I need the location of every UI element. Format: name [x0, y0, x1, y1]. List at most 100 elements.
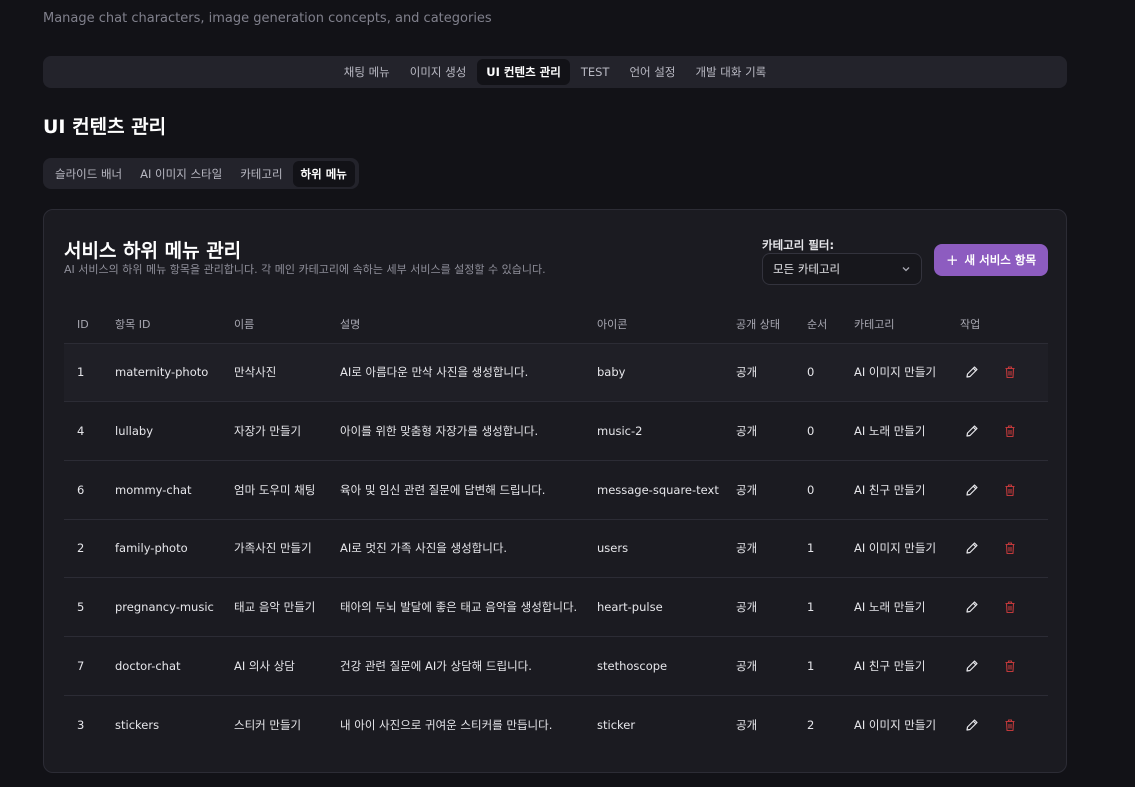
subnav-tab-1[interactable]: AI 이미지 스타일 [132, 161, 230, 187]
cell-category: AI 이미지 만들기 [854, 717, 937, 732]
cell-name: 가족사진 만들기 [221, 519, 327, 579]
pencil-icon [966, 366, 978, 378]
cell-visibility: 공개 [723, 343, 794, 403]
content-subnav: 슬라이드 배너 AI 이미지 스타일 카테고리 하위 메뉴 [43, 158, 359, 189]
top-nav-tab-4[interactable]: 언어 설정 [620, 59, 684, 85]
cell-id: 3 [77, 717, 85, 732]
row-actions [960, 657, 1048, 675]
page-subtitle: Manage chat characters, image generation… [43, 11, 492, 26]
cell-id: 2 [64, 519, 102, 579]
cell-category: AI 이미지 만들기 [841, 519, 947, 579]
cell-visibility: 공개 [723, 401, 794, 461]
column-header-order: 순서 [794, 306, 841, 344]
cell-order: 2 [807, 717, 815, 732]
cell-name: 만삭사진 [221, 343, 327, 403]
top-nav-tab-5[interactable]: 개발 대화 기록 [686, 59, 775, 85]
cell-icon-name: message-square-text [584, 460, 723, 520]
category-filter-select[interactable]: 모든 카테고리 [762, 253, 922, 285]
top-nav-tab-2[interactable]: UI 컨텐츠 관리 [477, 59, 570, 85]
table-row: 4 lullaby 자장가 만들기 아이를 위한 맞춤형 자장가를 생성합니다. mus… [64, 401, 1048, 461]
delete-button[interactable] [1001, 598, 1019, 616]
top-nav-tab-1[interactable]: 이미지 생성 [401, 59, 476, 85]
cell-category: AI 노래 만들기 [841, 401, 947, 461]
trash-icon [1005, 660, 1015, 672]
edit-button[interactable] [963, 716, 981, 734]
table-row: 5 pregnancy-music 태교 음악 만들기 태아의 두뇌 발달에 좋은 태… [64, 577, 1048, 637]
delete-button[interactable] [1001, 539, 1019, 557]
cell-icon-name: users [584, 519, 723, 579]
cell-name: 스티커 만들기 [234, 717, 302, 732]
edit-button[interactable] [963, 598, 981, 616]
column-header-name: 이름 [221, 306, 327, 344]
cell-visibility: 공개 [723, 519, 794, 579]
cell-description: 건강 관련 질문에 AI가 상담해 드립니다. [327, 636, 584, 696]
cell-category: AI 친구 만들기 [841, 636, 947, 696]
category-filter-label: 카테고리 필터: [762, 238, 835, 252]
cell-name: AI 의사 상담 [221, 636, 327, 696]
cell-order: 0 [794, 401, 841, 461]
cell-item-id: doctor-chat [102, 636, 221, 696]
cell-id: 6 [64, 460, 102, 520]
cell-category: AI 친구 만들기 [841, 460, 947, 520]
cell-order: 0 [794, 460, 841, 520]
cell-visibility: 공개 [723, 577, 794, 637]
cell-description: AI로 멋진 가족 사진을 생성합니다. [327, 519, 584, 579]
pencil-icon [966, 542, 978, 555]
page-title: UI 컨텐츠 관리 [43, 116, 167, 138]
cell-category: AI 노래 만들기 [841, 577, 947, 637]
cell-item-id: pregnancy-music [102, 577, 221, 637]
top-nav-tab-3[interactable]: TEST [572, 60, 619, 84]
chevron-down-icon [902, 267, 910, 272]
delete-button[interactable] [1001, 481, 1019, 499]
cell-category: AI 이미지 만들기 [841, 343, 947, 403]
row-actions [960, 716, 1048, 734]
column-header-actions: 작업 [947, 306, 1048, 344]
cell-order: 1 [794, 519, 841, 579]
edit-button[interactable] [963, 363, 981, 381]
cell-description: 태아의 두뇌 발달에 좋은 태교 음악을 생성합니다. [327, 577, 584, 637]
table-header-row: ID 항목 ID 이름 설명 아이콘 공개 상태 순서 카테고리 작업 [64, 306, 1048, 344]
edit-button[interactable] [963, 657, 981, 675]
column-header-icon: 아이콘 [584, 306, 723, 344]
cell-visibility: 공개 [723, 636, 794, 696]
cell-actions [947, 343, 1048, 403]
cell-icon-name: sticker [597, 717, 636, 732]
plus-icon: + [945, 250, 959, 269]
edit-button[interactable] [963, 422, 981, 440]
edit-button[interactable] [963, 481, 981, 499]
cell-id: 1 [64, 343, 102, 403]
cell-actions [947, 401, 1048, 461]
delete-button[interactable] [1001, 422, 1019, 440]
edit-button[interactable] [963, 539, 981, 557]
add-service-item-button[interactable]: + 새 서비스 항목 [934, 244, 1048, 276]
delete-button[interactable] [1001, 716, 1019, 734]
pencil-icon [966, 484, 978, 496]
column-header-category: 카테고리 [841, 306, 947, 344]
table-row: 7 doctor-chat AI 의사 상담 건강 관련 질문에 AI가 상담해 드립… [64, 636, 1048, 696]
submenu-management-card: 서비스 하위 메뉴 관리 AI 서비스의 하위 메뉴 항목을 관리합니다. 각 … [43, 209, 1067, 773]
add-service-item-label: 새 서비스 항목 [964, 253, 1037, 267]
row-actions [960, 481, 1048, 499]
cell-actions [947, 577, 1048, 637]
top-navigation: 채팅 메뉴 이미지 생성 UI 컨텐츠 관리 TEST 언어 설정 개발 대화 기록 [43, 56, 1067, 88]
row-actions [960, 539, 1048, 557]
table-row: 2 family-photo 가족사진 만들기 AI로 멋진 가족 사진을 생성합니다… [64, 519, 1048, 579]
subnav-tab-0[interactable]: 슬라이드 배너 [47, 161, 130, 187]
trash-icon [1005, 425, 1015, 438]
subnav-tab-3[interactable]: 하위 메뉴 [292, 160, 355, 187]
delete-button[interactable] [1001, 363, 1019, 381]
subnav-tab-2[interactable]: 카테고리 [232, 161, 290, 187]
cell-order: 0 [794, 343, 841, 403]
cell-description: 육아 및 임신 관련 질문에 답변해 드립니다. [327, 460, 584, 520]
column-header-id: ID [64, 306, 102, 344]
cell-actions [947, 636, 1048, 696]
cell-id: 5 [64, 577, 102, 637]
delete-button[interactable] [1001, 657, 1019, 675]
cell-actions [947, 519, 1048, 579]
cell-item-id: maternity-photo [102, 343, 221, 403]
pencil-icon [966, 425, 978, 437]
cell-actions [947, 460, 1048, 520]
top-nav-tab-0[interactable]: 채팅 메뉴 [335, 59, 399, 85]
cell-id: 4 [64, 401, 102, 461]
trash-icon [1005, 366, 1015, 379]
